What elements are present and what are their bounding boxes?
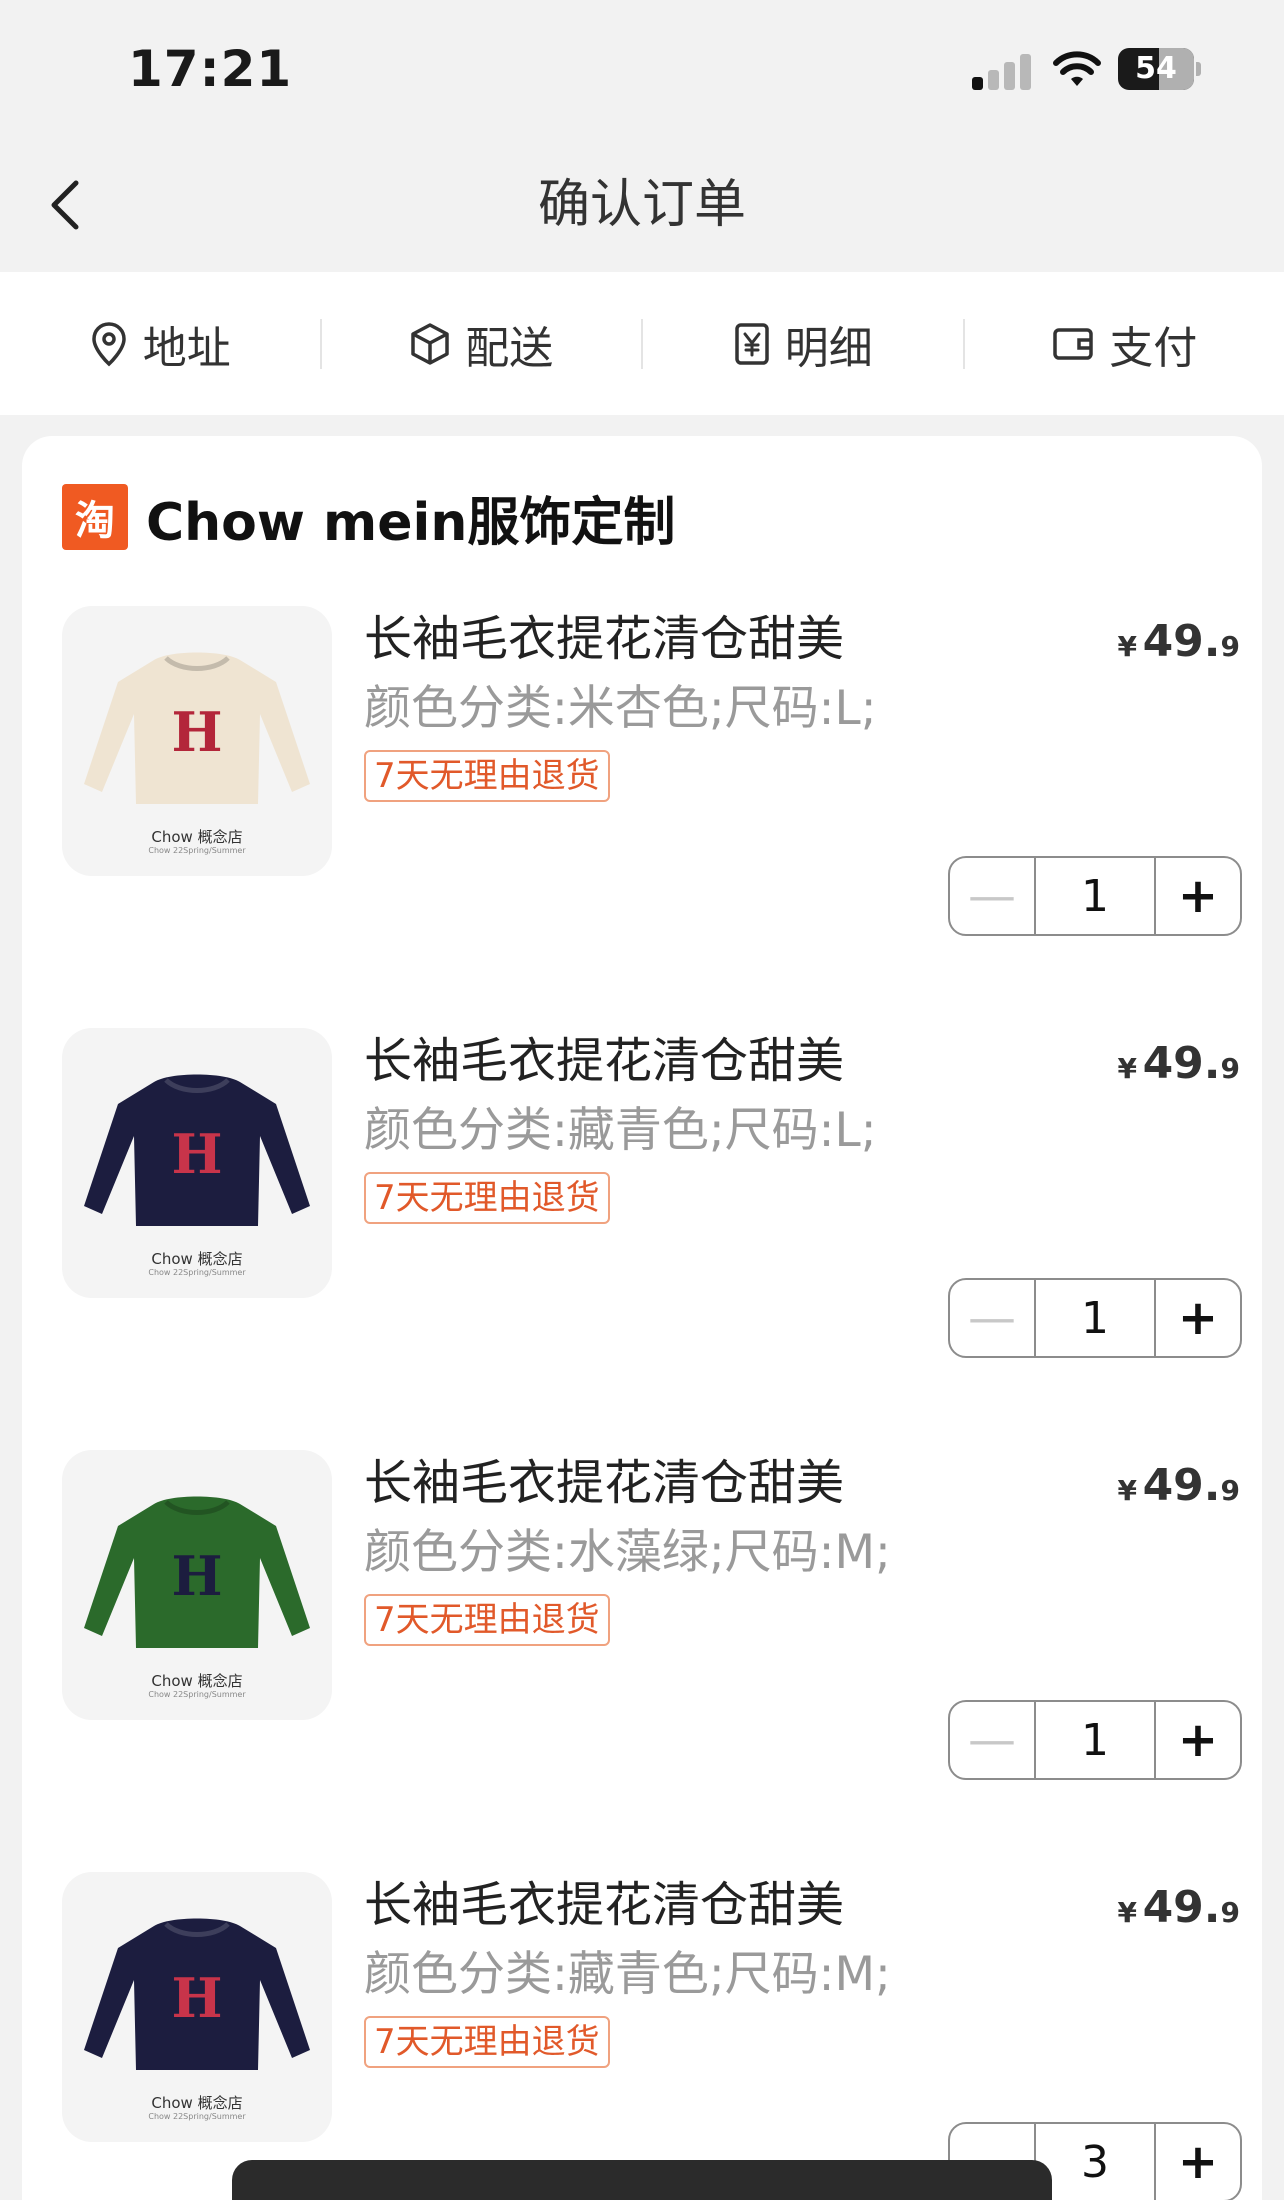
item-title[interactable]: 长袖毛衣提花清仓甜美 [364,1030,844,1092]
shop-name: Chow mein服饰定制 [146,492,676,553]
step-label: 配送 [465,322,554,374]
battery-icon: 54 [1118,48,1201,90]
increase-button[interactable]: + [1154,858,1240,934]
image-subcaption: Chow 22Spring/Summer [148,2112,246,2121]
increase-button[interactable]: + [1154,2124,1240,2200]
quantity-value[interactable]: 1 [1036,858,1154,934]
step-label: 地址 [142,322,231,374]
increase-button[interactable]: + [1154,1280,1240,1356]
currency-symbol: ¥ [1117,1896,1137,1929]
item-spec[interactable]: 颜色分类:藏青色;尺码:M; [364,1944,891,2006]
package-box-icon [411,322,449,365]
step-label: 支付 [1109,322,1198,374]
step-delivery[interactable]: 配送 [322,272,642,415]
currency-symbol: ¥ [1117,630,1137,663]
price-decimal: 9 [1220,1474,1240,1507]
increase-button[interactable]: + [1154,1702,1240,1778]
product-image[interactable]: H Chow 概念店 Chow 22Spring/Summer [62,1450,332,1720]
return-policy-badge: 7天无理由退货 [364,1594,610,1646]
image-subcaption: Chow 22Spring/Summer [148,1268,246,1277]
svg-text:H: H [171,1966,222,2030]
price-decimal: 9 [1220,630,1240,663]
svg-text:H: H [171,1122,222,1186]
image-subcaption: Chow 22Spring/Summer [148,846,246,855]
return-policy-badge: 7天无理由退货 [364,2016,610,2068]
product-image[interactable]: H Chow 概念店 Chow 22Spring/Summer [62,1028,332,1298]
item-price: ¥ 49.9 [1118,1038,1241,1089]
quantity-value[interactable]: 3 [1036,2124,1154,2200]
nav-bar: 确认订单 [0,140,1284,270]
product-image[interactable]: H Chow 概念店 Chow 22Spring/Summer [62,1872,332,2142]
step-payment[interactable]: 支付 [965,272,1284,415]
price-decimal: 9 [1220,1052,1240,1085]
svg-text:H: H [171,1544,222,1608]
shop-header[interactable]: 淘 Chow mein服饰定制 [62,484,675,553]
status-time: 17:21 [128,40,293,98]
order-card: 淘 Chow mein服饰定制 H Chow 概念店 Chow 22Spring… [22,436,1262,2200]
image-caption: Chow 概念店 [151,1250,243,1268]
wallet-icon [1053,327,1093,360]
item-price: ¥ 49.9 [1118,1882,1241,1933]
step-details[interactable]: 明细 [643,272,963,415]
svg-text:H: H [171,700,222,764]
image-caption: Chow 概念店 [151,828,243,846]
item-price: ¥ 49.9 [1118,1460,1241,1511]
order-item: H Chow 概念店 Chow 22Spring/Summer 长袖毛衣提花清仓… [62,1872,1242,2200]
return-policy-badge: 7天无理由退货 [364,1172,610,1224]
decrease-button[interactable]: — [950,858,1036,934]
order-item: H Chow 概念店 Chow 22Spring/Summer 长袖毛衣提花清仓… [62,606,1242,936]
price-integer: 49. [1142,1460,1221,1511]
quantity-value[interactable]: 1 [1036,1280,1154,1356]
item-spec[interactable]: 颜色分类:水藻绿;尺码:M; [364,1522,891,1584]
currency-symbol: ¥ [1117,1052,1137,1085]
image-caption: Chow 概念店 [151,2094,243,2112]
item-spec[interactable]: 颜色分类:藏青色;尺码:L; [364,1100,877,1162]
price-decimal: 9 [1220,1896,1240,1929]
image-caption: Chow 概念店 [151,1672,243,1690]
price-integer: 49. [1142,1038,1221,1089]
bottom-toast [232,2160,1052,2200]
quantity-stepper: — 1 + [948,1700,1242,1780]
item-title[interactable]: 长袖毛衣提花清仓甜美 [364,608,844,670]
product-image[interactable]: H Chow 概念店 Chow 22Spring/Summer [62,606,332,876]
step-address[interactable]: 地址 [0,272,320,415]
page-title: 确认订单 [537,175,746,235]
image-subcaption: Chow 22Spring/Summer [148,1690,246,1699]
item-spec[interactable]: 颜色分类:米杏色;尺码:L; [364,678,877,740]
decrease-button[interactable]: — [950,1280,1036,1356]
quantity-stepper: — 1 + [948,1278,1242,1358]
decrease-button[interactable]: — [950,1702,1036,1778]
quantity-stepper: — 1 + [948,856,1242,936]
item-title[interactable]: 长袖毛衣提花清仓甜美 [364,1874,844,1936]
wifi-icon [1053,51,1101,86]
currency-symbol: ¥ [1117,1474,1137,1507]
step-label: 明细 [784,322,873,374]
return-policy-badge: 7天无理由退货 [364,750,610,802]
price-integer: 49. [1142,616,1221,667]
item-price: ¥ 49.9 [1118,616,1241,667]
order-item: H Chow 概念店 Chow 22Spring/Summer 长袖毛衣提花清仓… [62,1028,1242,1358]
order-steps: 地址 配送 明细 支付 [0,272,1284,415]
cellular-signal-icon [972,52,1032,90]
item-title[interactable]: 长袖毛衣提花清仓甜美 [364,1452,844,1514]
yen-receipt-icon [735,322,769,365]
battery-level: 54 [1135,51,1177,86]
status-bar: 17:21 54 [0,0,1284,140]
taobao-logo-icon: 淘 [62,484,128,550]
quantity-value[interactable]: 1 [1036,1702,1154,1778]
order-item: H Chow 概念店 Chow 22Spring/Summer 长袖毛衣提花清仓… [62,1450,1242,1780]
location-pin-icon [91,321,126,366]
price-integer: 49. [1142,1882,1221,1933]
